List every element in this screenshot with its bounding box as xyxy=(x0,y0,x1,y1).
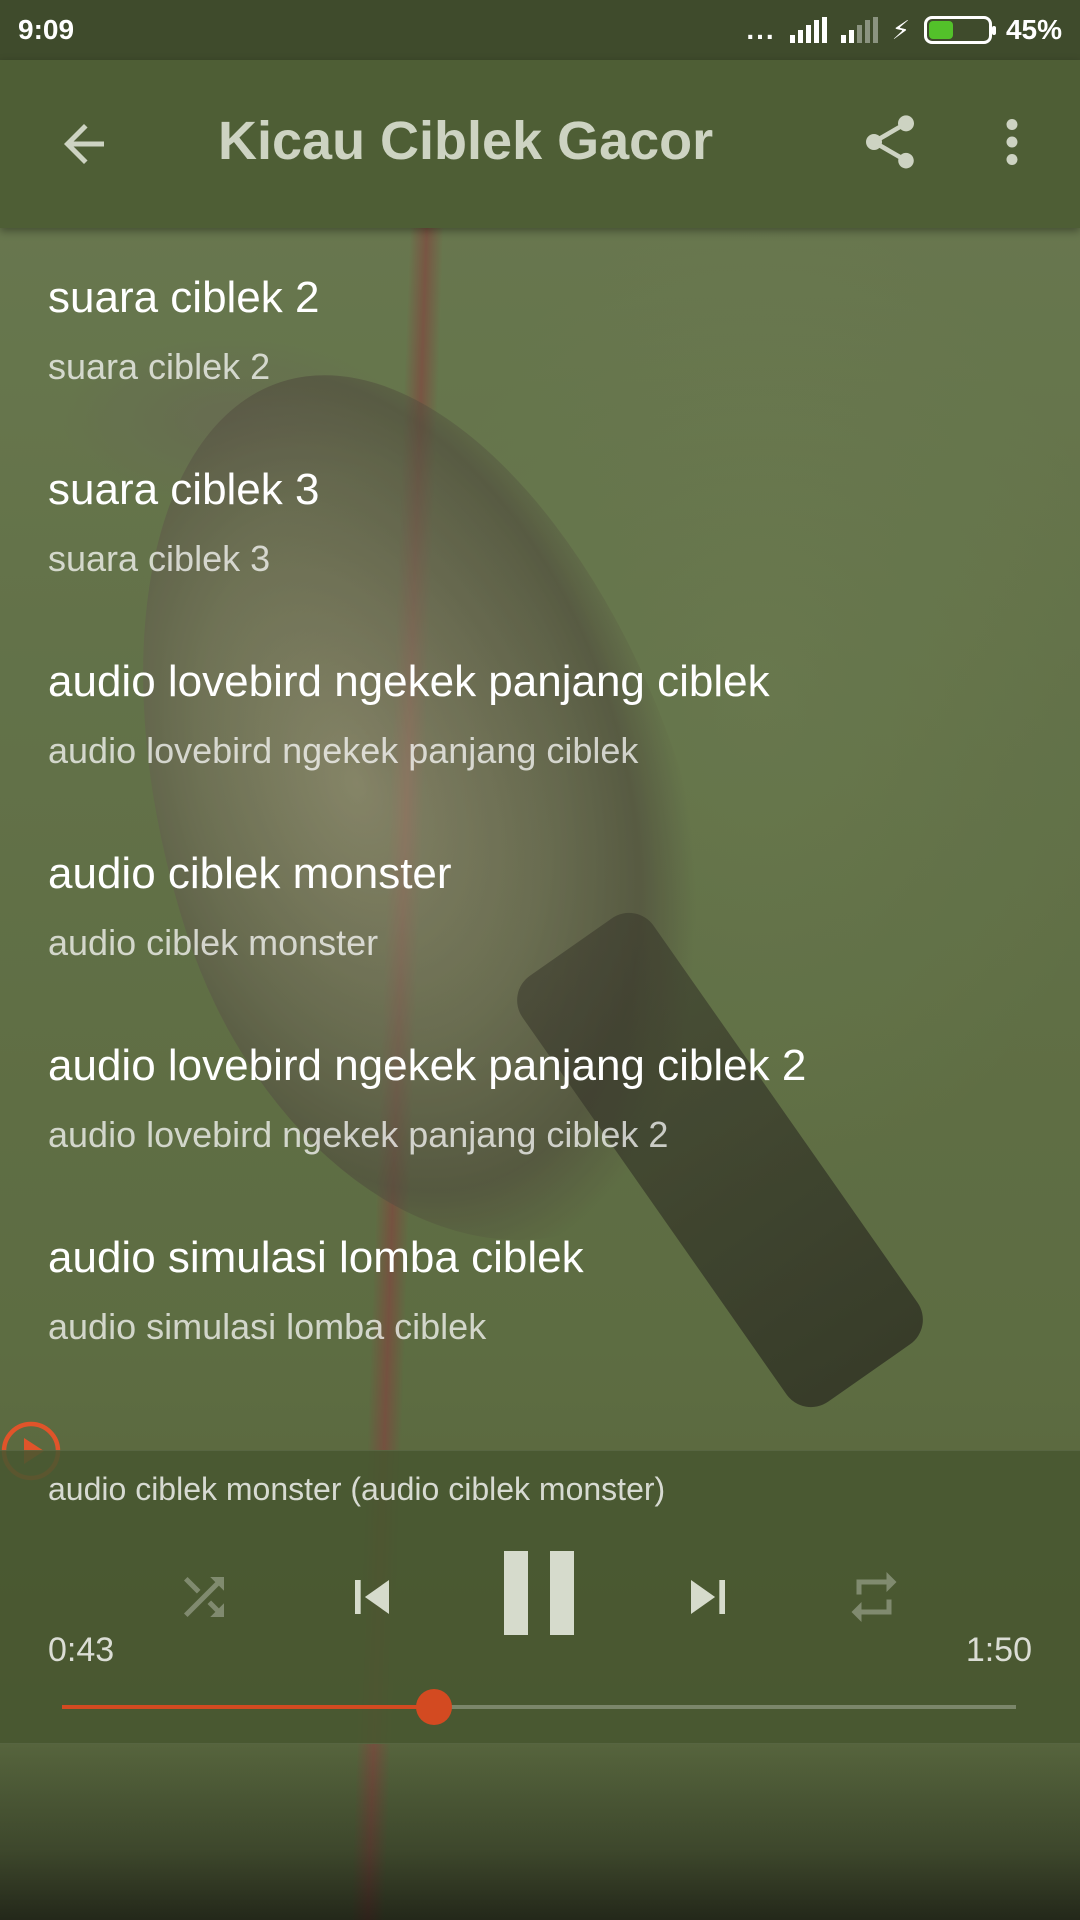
track-subtitle: audio lovebird ngekek panjang ciblek 2 xyxy=(48,1114,669,1155)
list-item[interactable]: audio ciblek monster audio ciblek monste… xyxy=(0,844,1080,1036)
total-duration: 1:50 xyxy=(965,1631,1032,1669)
track-subtitle: audio lovebird ngekek panjang ciblek xyxy=(48,730,639,771)
status-icons: ... ⚡ 45% xyxy=(746,14,1062,46)
track-subtitle: audio simulasi lomba ciblek xyxy=(48,1306,487,1347)
track-subtitle: audio ciblek monster xyxy=(48,922,379,963)
more-vert-icon[interactable] xyxy=(990,112,1034,172)
charging-icon: ⚡ xyxy=(891,14,910,45)
now-playing-label: audio ciblek monster (audio ciblek monst… xyxy=(48,1471,666,1507)
list-item[interactable]: audio lovebird ngekek panjang ciblek aud… xyxy=(0,652,1080,844)
notification-dots-icon: ... xyxy=(746,14,776,45)
track-subtitle: suara ciblek 3 xyxy=(48,538,271,579)
seek-bar-thumb[interactable] xyxy=(416,1689,453,1725)
background-bottom xyxy=(0,1745,1080,1920)
battery-icon xyxy=(923,16,996,44)
seek-bar-progress xyxy=(62,1705,435,1709)
seek-bar[interactable] xyxy=(62,1689,1016,1725)
app-bar: Kicau Ciblek Gacor xyxy=(0,60,1080,228)
list-item[interactable]: suara ciblek 3 suara ciblek 3 xyxy=(0,460,1080,652)
skip-next-icon[interactable] xyxy=(674,1563,742,1631)
track-subtitle: suara ciblek 2 xyxy=(48,346,271,387)
track-list: suara ciblek 2 suara ciblek 2 suara cibl… xyxy=(0,268,1080,1487)
share-icon[interactable] xyxy=(858,110,922,174)
track-title: audio simulasi lomba ciblek xyxy=(48,1233,584,1282)
status-bar: 9:09 ... ⚡ 45% xyxy=(0,0,1080,60)
track-title: suara ciblek 3 xyxy=(48,465,320,514)
pause-icon[interactable] xyxy=(496,1543,582,1643)
battery-percent: 45% xyxy=(1005,14,1062,45)
status-time: 9:09 xyxy=(18,14,75,45)
shuffle-icon[interactable] xyxy=(174,1567,234,1627)
list-item[interactable]: audio lovebird ngekek panjang ciblek 2 a… xyxy=(0,1036,1080,1228)
track-title: audio lovebird ngekek panjang ciblek xyxy=(48,657,770,706)
player-panel: audio ciblek monster (audio ciblek monst… xyxy=(0,1450,1080,1744)
app-title: Kicau Ciblek Gacor xyxy=(218,111,714,171)
arrow-back-icon[interactable] xyxy=(54,114,114,174)
skip-previous-icon[interactable] xyxy=(338,1563,406,1631)
track-title: suara ciblek 2 xyxy=(48,273,320,322)
track-title: audio ciblek monster xyxy=(48,849,452,898)
track-title: audio lovebird ngekek panjang ciblek 2 xyxy=(48,1041,807,1090)
list-item[interactable]: suara ciblek 2 suara ciblek 2 xyxy=(0,268,1080,460)
repeat-icon[interactable] xyxy=(844,1567,904,1627)
list-item[interactable]: audio simulasi lomba ciblek audio simula… xyxy=(0,1228,1080,1420)
signal-icon xyxy=(789,17,827,43)
signal-weak-icon xyxy=(840,17,878,43)
elapsed-time: 0:43 xyxy=(48,1631,115,1669)
